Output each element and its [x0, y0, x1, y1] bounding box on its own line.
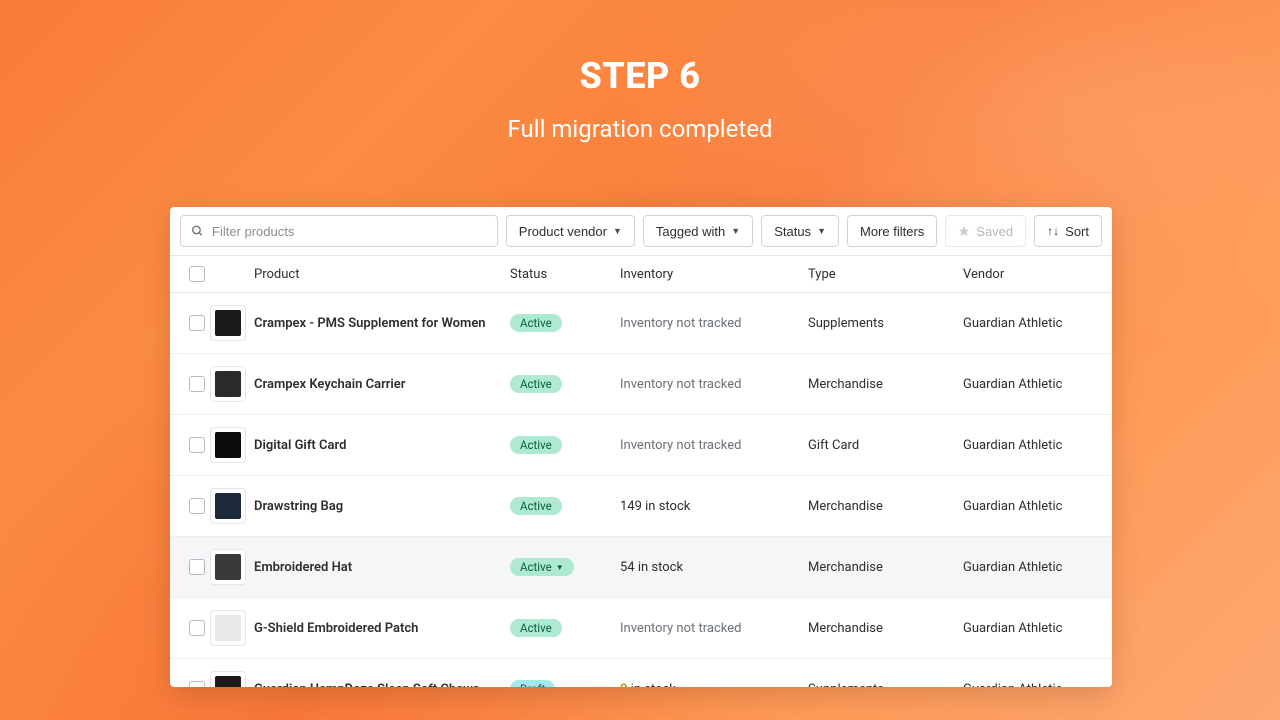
products-toolbar: Product vendor ▼ Tagged with ▼ Status ▼ …	[170, 207, 1112, 255]
row-checkbox[interactable]	[189, 315, 205, 331]
status-filter-label: Status	[774, 224, 811, 239]
product-thumbnail[interactable]	[210, 488, 246, 524]
vendor-filter-button[interactable]: Product vendor ▼	[506, 215, 635, 247]
product-name[interactable]: Guardian HempDoze Sleep Soft Chews	[254, 682, 479, 688]
page-subtitle: Full migration completed	[0, 115, 1280, 143]
row-checkbox[interactable]	[189, 437, 205, 453]
status-badge: Active	[510, 436, 562, 454]
row-checkbox[interactable]	[189, 376, 205, 392]
status-label: Active	[520, 377, 552, 391]
status-label: Active	[520, 499, 552, 513]
product-vendor: Guardian Athletic	[963, 560, 1062, 575]
saved-label: Saved	[976, 224, 1013, 239]
product-type: Merchandise	[808, 499, 883, 514]
saved-button[interactable]: Saved	[945, 215, 1026, 247]
sort-label: Sort	[1065, 224, 1089, 239]
chevron-down-icon: ▼	[556, 563, 564, 572]
inventory-text: Inventory not tracked	[620, 316, 741, 331]
table-row[interactable]: Crampex - PMS Supplement for Women Active…	[170, 293, 1112, 354]
inventory-warn: 0	[620, 682, 627, 688]
step-label: STEP 6	[0, 55, 1280, 97]
table-row[interactable]: Drawstring Bag Active 149 in stock Merchand…	[170, 476, 1112, 537]
status-badge[interactable]: Active ▼	[510, 558, 574, 576]
product-vendor: Guardian Athletic	[963, 621, 1062, 636]
sort-button[interactable]: ↑↓ Sort	[1034, 215, 1102, 247]
status-badge: Active	[510, 375, 562, 393]
products-panel: Product vendor ▼ Tagged with ▼ Status ▼ …	[170, 207, 1112, 687]
status-badge: Active	[510, 497, 562, 515]
product-vendor: Guardian Athletic	[963, 316, 1062, 331]
status-badge: Active	[510, 314, 562, 332]
product-name[interactable]: G-Shield Embroidered Patch	[254, 621, 418, 636]
page-header: STEP 6 Full migration completed	[0, 0, 1280, 143]
row-checkbox[interactable]	[189, 559, 205, 575]
table-row[interactable]: G-Shield Embroidered Patch Active Inventor…	[170, 598, 1112, 659]
status-label: Active	[520, 560, 552, 574]
status-label: Active	[520, 621, 552, 635]
column-type: Type	[808, 267, 963, 282]
chevron-down-icon: ▼	[731, 226, 740, 236]
inventory-text: in stock	[631, 682, 676, 688]
inventory-text: Inventory not tracked	[620, 377, 741, 392]
product-name[interactable]: Crampex - PMS Supplement for Women	[254, 316, 486, 331]
tagged-filter-label: Tagged with	[656, 224, 725, 239]
product-vendor: Guardian Athletic	[963, 377, 1062, 392]
status-badge: Active	[510, 619, 562, 637]
product-vendor: Guardian Athletic	[963, 499, 1062, 514]
inventory-text: Inventory not tracked	[620, 621, 741, 636]
product-name[interactable]: Embroidered Hat	[254, 560, 352, 575]
search-icon	[191, 224, 204, 238]
inventory-text: Inventory not tracked	[620, 438, 741, 453]
row-checkbox[interactable]	[189, 681, 205, 687]
product-type: Supplements	[808, 682, 884, 688]
status-label: Active	[520, 316, 552, 330]
more-filters-button[interactable]: More filters	[847, 215, 937, 247]
column-vendor: Vendor	[963, 267, 1098, 282]
search-input[interactable]	[212, 224, 487, 239]
product-type: Merchandise	[808, 621, 883, 636]
column-status: Status	[510, 267, 620, 282]
search-box[interactable]	[180, 215, 498, 247]
chevron-down-icon: ▼	[817, 226, 826, 236]
product-type: Merchandise	[808, 377, 883, 392]
product-name[interactable]: Drawstring Bag	[254, 499, 343, 514]
table-row[interactable]: Crampex Keychain Carrier Active Inventory …	[170, 354, 1112, 415]
column-inventory: Inventory	[620, 267, 808, 282]
status-label: Draft	[520, 682, 545, 687]
status-badge: Draft	[510, 680, 555, 687]
status-label: Active	[520, 438, 552, 452]
select-all-checkbox[interactable]	[189, 266, 205, 282]
status-filter-button[interactable]: Status ▼	[761, 215, 839, 247]
chevron-down-icon: ▼	[613, 226, 622, 236]
product-thumbnail[interactable]	[210, 549, 246, 585]
product-type: Merchandise	[808, 560, 883, 575]
product-thumbnail[interactable]	[210, 671, 246, 687]
row-checkbox[interactable]	[189, 498, 205, 514]
table-row[interactable]: Guardian HempDoze Sleep Soft Chews Draft 0…	[170, 659, 1112, 687]
product-name[interactable]: Digital Gift Card	[254, 438, 346, 453]
product-name[interactable]: Crampex Keychain Carrier	[254, 377, 405, 392]
table-row[interactable]: Digital Gift Card Active Inventory not tra…	[170, 415, 1112, 476]
product-type: Supplements	[808, 316, 884, 331]
product-vendor: Guardian Athletic	[963, 682, 1062, 688]
tagged-filter-button[interactable]: Tagged with ▼	[643, 215, 753, 247]
product-vendor: Guardian Athletic	[963, 438, 1062, 453]
vendor-filter-label: Product vendor	[519, 224, 607, 239]
row-checkbox[interactable]	[189, 620, 205, 636]
star-icon	[958, 225, 970, 237]
product-thumbnail[interactable]	[210, 366, 246, 402]
table-header: Product Status Inventory Type Vendor	[170, 255, 1112, 293]
product-thumbnail[interactable]	[210, 610, 246, 646]
product-thumbnail[interactable]	[210, 305, 246, 341]
inventory-text: 149 in stock	[620, 499, 690, 514]
sort-icon: ↑↓	[1047, 224, 1059, 238]
product-thumbnail[interactable]	[210, 427, 246, 463]
table-row[interactable]: Embroidered Hat Active ▼ 54 in stock Merchan…	[170, 537, 1112, 598]
more-filters-label: More filters	[860, 224, 924, 239]
product-type: Gift Card	[808, 438, 859, 453]
column-product: Product	[254, 267, 510, 282]
inventory-text: 54 in stock	[620, 560, 683, 575]
